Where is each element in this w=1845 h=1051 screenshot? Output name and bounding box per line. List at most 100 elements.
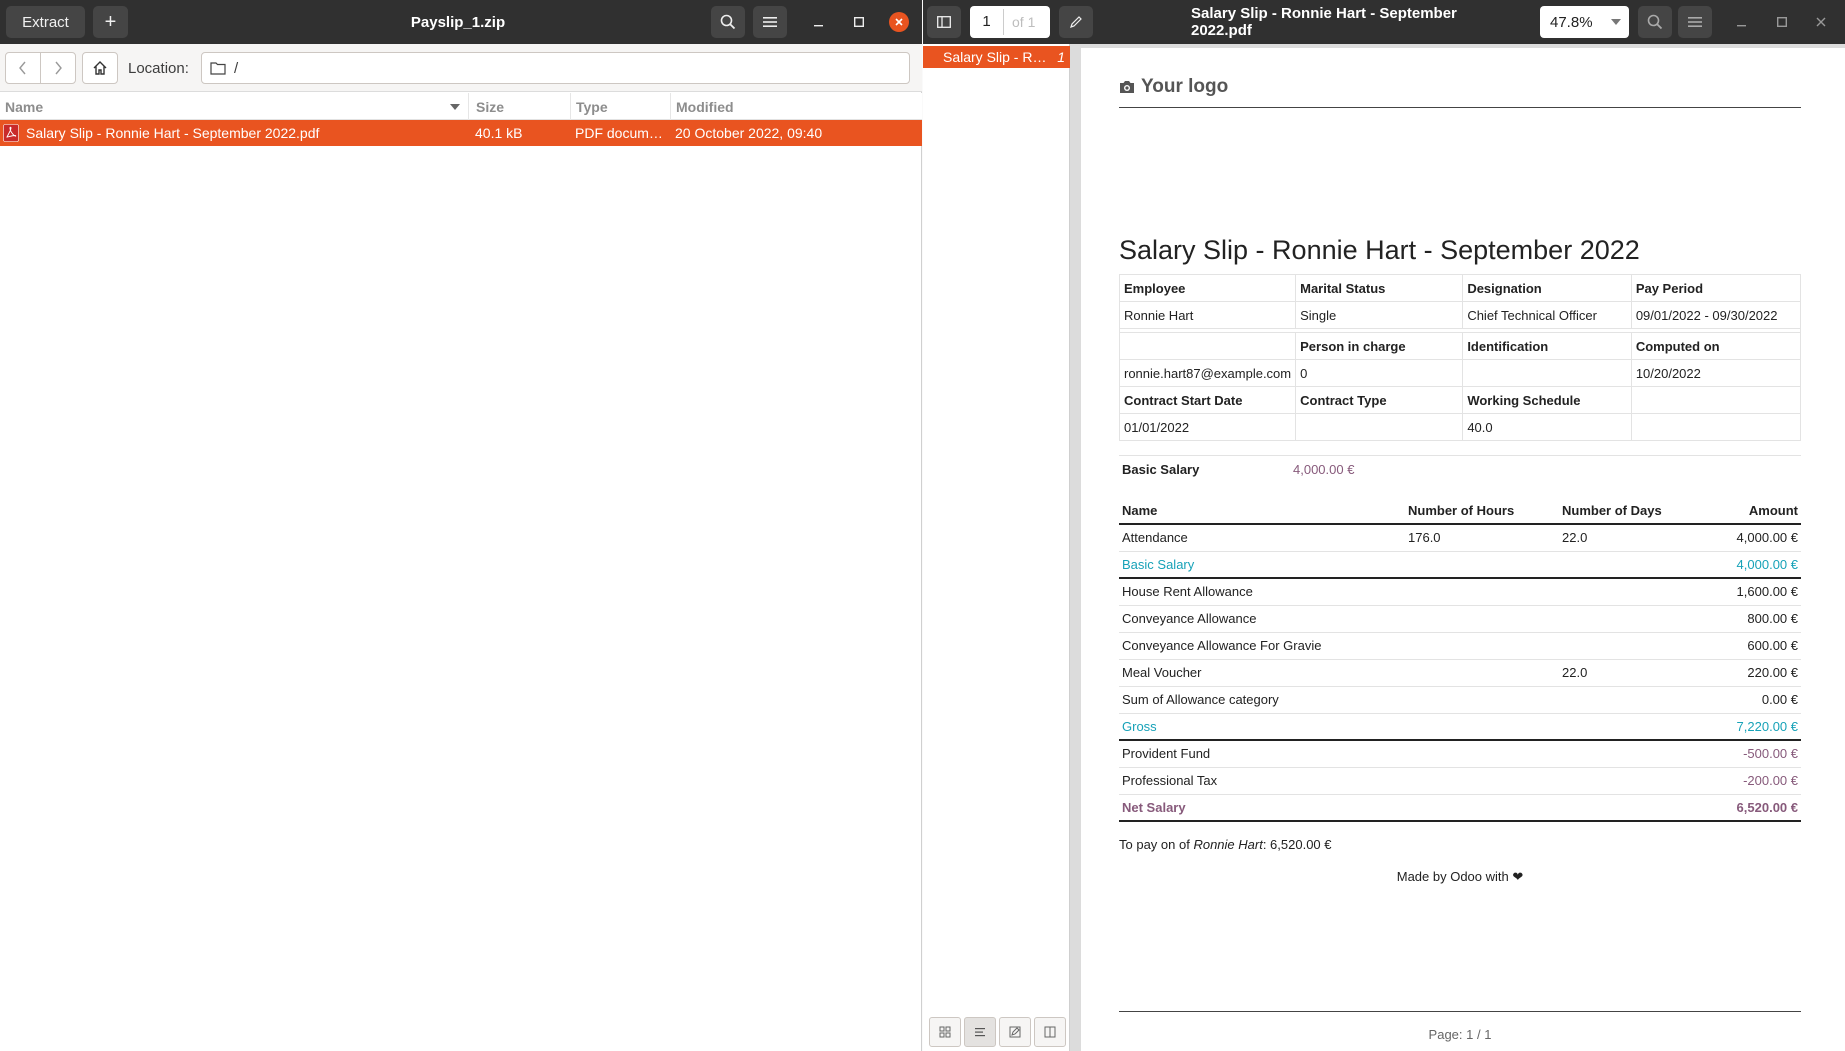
menu-button[interactable] [753,6,787,38]
salary-line-name: Conveyance Allowance For Gravie [1119,632,1405,660]
payslip-title: Salary Slip - Ronnie Hart - September 20… [1119,235,1640,265]
outline-view-button[interactable] [964,1017,996,1047]
home-button[interactable] [82,52,118,84]
file-row[interactable]: Salary Slip - Ronnie Hart - September 20… [0,120,922,146]
maximize-button[interactable] [842,6,876,38]
salary-line-amount: 220.00 € [1689,659,1801,687]
salary-line-name: Provident Fund [1119,740,1405,768]
file-list-header: Name Size Type Modified [0,93,922,120]
column-name[interactable]: Name [0,93,469,120]
minimize-button[interactable] [802,6,836,38]
archive-manager-window: Extract + Payslip_1.zip Location: / Name… [0,0,922,1051]
info-cell: 40.0 [1462,413,1632,441]
zoom-select[interactable]: 47.8% [1540,6,1629,38]
salary-line-amount: 6,520.00 € [1689,793,1801,822]
viewer-title: Salary Slip - Ronnie Hart - September 20… [1191,5,1457,39]
info-cell: ronnie.hart87@example.com [1118,359,1297,387]
back-button[interactable] [5,52,41,84]
home-icon [93,61,107,75]
pencil-icon [1070,16,1082,28]
viewer-search-button[interactable] [1638,6,1672,38]
basic-salary-summary: Basic Salary 4,000.00 € [1119,455,1801,483]
info-cell: Employee [1118,274,1297,302]
forward-button[interactable] [40,52,76,84]
search-icon [1647,14,1663,30]
column-type[interactable]: Type [571,93,671,120]
viewer-headerbar: 1 of 1 Salary Slip - Ronnie Hart - Septe… [923,0,1845,44]
sort-descending-icon [450,103,460,110]
basic-salary-label: Basic Salary [1122,462,1200,477]
viewer-maximize-button[interactable] [1765,6,1799,38]
salary-line-name: Attendance [1119,524,1405,552]
file-modified: 20 October 2022, 09:40 [675,125,823,141]
lines-header-amount: Amount [1689,497,1801,525]
chevron-left-icon [19,61,26,75]
sidebar-toggle-button[interactable] [927,6,961,38]
location-path: / [234,59,239,77]
info-cell [1295,413,1464,441]
thumbnail-item[interactable]: Salary Slip - R… 1 [923,46,1070,68]
pdf-page: Your logo Salary Slip - Ronnie Hart - Se… [1081,48,1845,1051]
page-selector[interactable]: 1 of 1 [970,6,1050,38]
info-row: Employee Marital Status Designation Pay … [1118,274,1802,302]
lines-header-hours: Number of Hours [1405,497,1559,525]
to-pay-line: To pay on of Ronnie Hart: 6,520.00 € [1119,837,1332,852]
info-cell: Computed on [1630,332,1802,360]
search-button[interactable] [711,6,745,38]
archive-headerbar: Extract + Payslip_1.zip [0,0,922,44]
page-footer: Page: 1 / 1 [1428,1027,1492,1042]
annotations-view-button[interactable] [999,1017,1031,1047]
thumbnail-label: Salary Slip - R… [943,49,1047,65]
info-cell: Marital Status [1295,274,1464,302]
file-name: Salary Slip - Ronnie Hart - September 20… [26,125,320,141]
salary-line-row: Gross 7,220.00 € [1119,712,1801,741]
info-cell [1118,332,1297,360]
info-cell: Ronnie Hart [1118,301,1297,329]
hamburger-icon [763,17,777,27]
sidebar-icon [937,16,951,28]
annotate-button[interactable] [1059,6,1093,38]
column-modified[interactable]: Modified [671,93,922,120]
info-cell: Chief Technical Officer [1462,301,1632,329]
thumbnail-page-number: 1 [1057,49,1065,65]
header-divider [1119,107,1801,108]
made-by-odoo: Made by Odoo with ❤ [1396,869,1524,884]
viewer-menu-button[interactable] [1678,6,1712,38]
sidebar-view-switcher [929,1017,1066,1047]
page-number-input[interactable]: 1 [970,9,1004,35]
folder-icon [210,62,226,75]
salary-line-hours [1405,605,1559,633]
salary-line-row: Provident Fund -500.00 € [1119,740,1801,768]
lines-header-days: Number of Days [1559,497,1689,525]
salary-line-days [1559,712,1689,741]
salary-line-amount: 4,000.00 € [1689,524,1801,552]
zoom-value: 47.8% [1550,13,1593,31]
location-label: Location: [128,59,189,77]
salary-line-hours [1405,712,1559,741]
logo-text: Your logo [1141,76,1229,97]
salary-line-hours [1405,632,1559,660]
salary-line-amount: 0.00 € [1689,686,1801,714]
info-cell: Contract Start Date [1118,386,1297,414]
bookmarks-view-button[interactable] [1034,1017,1066,1047]
close-button[interactable] [889,12,909,32]
salary-line-days [1559,767,1689,795]
viewer-minimize-button[interactable] [1725,6,1759,38]
viewer-close-button[interactable] [1804,6,1838,38]
info-cell [1462,359,1632,387]
maximize-icon [854,17,864,27]
thumbnails-view-button[interactable] [929,1017,961,1047]
location-field[interactable]: / [201,52,910,84]
pdf-file-icon [3,124,19,142]
info-cell: Contract Type [1295,386,1464,414]
thumbnail-sidebar: Salary Slip - R… 1 [923,44,1070,1051]
salary-line-row: Basic Salary 4,000.00 € [1119,550,1801,579]
salary-line-name: Professional Tax [1119,767,1405,795]
minimize-icon [814,25,823,27]
salary-line-days [1559,550,1689,579]
info-cell: Designation [1462,274,1632,302]
chevron-down-icon [1611,19,1621,25]
column-size[interactable]: Size [471,93,571,120]
salary-lines-body: Attendance 176.0 22.0 4,000.00 € Basic Salar… [1119,524,1801,822]
salary-line-amount: 600.00 € [1689,632,1801,660]
